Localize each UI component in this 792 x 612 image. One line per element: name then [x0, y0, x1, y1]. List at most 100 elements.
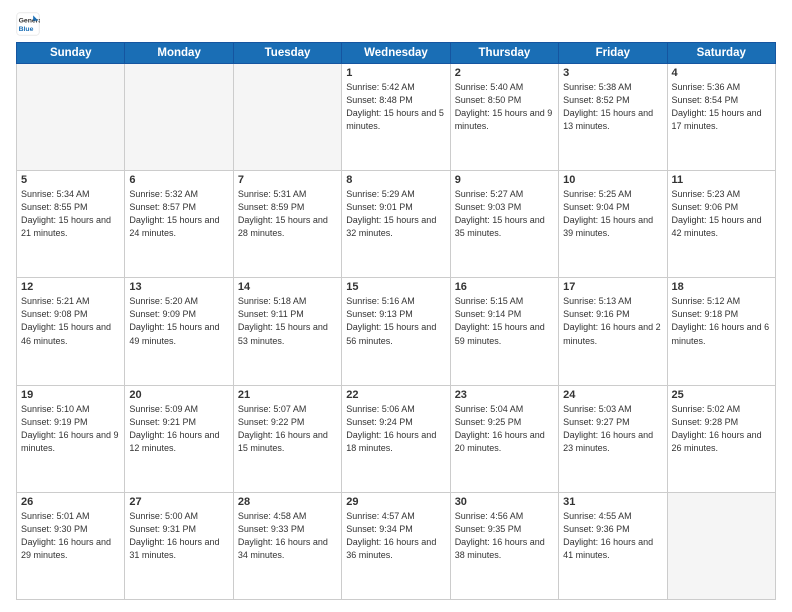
table-row: 18 Sunrise: 5:12 AM Sunset: 9:18 PM Dayl…: [667, 278, 775, 385]
sunset-label: Sunset: 9:30 PM: [21, 524, 88, 534]
calendar-week-row: 12 Sunrise: 5:21 AM Sunset: 9:08 PM Dayl…: [17, 278, 776, 385]
sunset-label: Sunset: 8:59 PM: [238, 202, 305, 212]
sunrise-label: Sunrise: 5:20 AM: [129, 296, 198, 306]
sunset-label: Sunset: 9:21 PM: [129, 417, 196, 427]
daylight-label: Daylight: 15 hours and 59 minutes.: [455, 322, 545, 345]
table-row: 20 Sunrise: 5:09 AM Sunset: 9:21 PM Dayl…: [125, 385, 233, 492]
sunset-label: Sunset: 9:35 PM: [455, 524, 522, 534]
table-row: 19 Sunrise: 5:10 AM Sunset: 9:19 PM Dayl…: [17, 385, 125, 492]
sunrise-label: Sunrise: 5:25 AM: [563, 189, 632, 199]
calendar-table: Sunday Monday Tuesday Wednesday Thursday…: [16, 42, 776, 600]
sunset-label: Sunset: 8:54 PM: [672, 95, 739, 105]
sunrise-label: Sunrise: 5:03 AM: [563, 404, 632, 414]
sunset-label: Sunset: 8:50 PM: [455, 95, 522, 105]
day-number: 17: [563, 281, 662, 293]
sunrise-label: Sunrise: 5:31 AM: [238, 189, 307, 199]
day-info: Sunrise: 5:40 AM Sunset: 8:50 PM Dayligh…: [455, 81, 554, 133]
day-number: 20: [129, 389, 228, 401]
daylight-label: Daylight: 16 hours and 36 minutes.: [346, 537, 436, 560]
header: General Blue: [16, 12, 776, 36]
sunset-label: Sunset: 9:11 PM: [238, 309, 304, 319]
table-row: 17 Sunrise: 5:13 AM Sunset: 9:16 PM Dayl…: [559, 278, 667, 385]
day-number: 11: [672, 174, 771, 186]
day-info: Sunrise: 5:27 AM Sunset: 9:03 PM Dayligh…: [455, 188, 554, 240]
calendar-week-row: 26 Sunrise: 5:01 AM Sunset: 9:30 PM Dayl…: [17, 492, 776, 599]
day-number: 25: [672, 389, 771, 401]
sunset-label: Sunset: 9:01 PM: [346, 202, 413, 212]
col-tuesday: Tuesday: [233, 43, 341, 64]
table-row: 1 Sunrise: 5:42 AM Sunset: 8:48 PM Dayli…: [342, 64, 450, 171]
table-row: 2 Sunrise: 5:40 AM Sunset: 8:50 PM Dayli…: [450, 64, 558, 171]
sunset-label: Sunset: 8:48 PM: [346, 95, 413, 105]
day-info: Sunrise: 5:13 AM Sunset: 9:16 PM Dayligh…: [563, 295, 662, 347]
day-number: 31: [563, 496, 662, 508]
table-row: 23 Sunrise: 5:04 AM Sunset: 9:25 PM Dayl…: [450, 385, 558, 492]
daylight-label: Daylight: 16 hours and 2 minutes.: [563, 322, 661, 345]
col-wednesday: Wednesday: [342, 43, 450, 64]
daylight-label: Daylight: 16 hours and 9 minutes.: [21, 430, 119, 453]
day-info: Sunrise: 5:21 AM Sunset: 9:08 PM Dayligh…: [21, 295, 120, 347]
col-monday: Monday: [125, 43, 233, 64]
sunset-label: Sunset: 9:13 PM: [346, 309, 413, 319]
table-row: 22 Sunrise: 5:06 AM Sunset: 9:24 PM Dayl…: [342, 385, 450, 492]
sunset-label: Sunset: 9:04 PM: [563, 202, 630, 212]
day-number: 9: [455, 174, 554, 186]
col-sunday: Sunday: [17, 43, 125, 64]
daylight-label: Daylight: 16 hours and 41 minutes.: [563, 537, 653, 560]
daylight-label: Daylight: 16 hours and 20 minutes.: [455, 430, 545, 453]
day-number: 15: [346, 281, 445, 293]
sunset-label: Sunset: 9:06 PM: [672, 202, 739, 212]
table-row: 3 Sunrise: 5:38 AM Sunset: 8:52 PM Dayli…: [559, 64, 667, 171]
table-row: 6 Sunrise: 5:32 AM Sunset: 8:57 PM Dayli…: [125, 171, 233, 278]
table-row: 4 Sunrise: 5:36 AM Sunset: 8:54 PM Dayli…: [667, 64, 775, 171]
day-number: 13: [129, 281, 228, 293]
daylight-label: Daylight: 15 hours and 21 minutes.: [21, 215, 111, 238]
sunrise-label: Sunrise: 5:09 AM: [129, 404, 198, 414]
table-row: 9 Sunrise: 5:27 AM Sunset: 9:03 PM Dayli…: [450, 171, 558, 278]
day-info: Sunrise: 5:12 AM Sunset: 9:18 PM Dayligh…: [672, 295, 771, 347]
table-row: 25 Sunrise: 5:02 AM Sunset: 9:28 PM Dayl…: [667, 385, 775, 492]
table-row: 26 Sunrise: 5:01 AM Sunset: 9:30 PM Dayl…: [17, 492, 125, 599]
day-info: Sunrise: 5:42 AM Sunset: 8:48 PM Dayligh…: [346, 81, 445, 133]
svg-text:Blue: Blue: [19, 26, 34, 33]
day-info: Sunrise: 4:56 AM Sunset: 9:35 PM Dayligh…: [455, 510, 554, 562]
day-number: 24: [563, 389, 662, 401]
daylight-label: Daylight: 16 hours and 26 minutes.: [672, 430, 762, 453]
day-info: Sunrise: 5:07 AM Sunset: 9:22 PM Dayligh…: [238, 403, 337, 455]
day-number: 4: [672, 67, 771, 79]
day-number: 1: [346, 67, 445, 79]
sunset-label: Sunset: 9:22 PM: [238, 417, 305, 427]
sunset-label: Sunset: 8:52 PM: [563, 95, 630, 105]
sunrise-label: Sunrise: 5:27 AM: [455, 189, 524, 199]
table-row: 13 Sunrise: 5:20 AM Sunset: 9:09 PM Dayl…: [125, 278, 233, 385]
table-row: [667, 492, 775, 599]
calendar-page: General Blue Sunday Monday Tuesday Wedne…: [0, 0, 792, 612]
sunset-label: Sunset: 9:09 PM: [129, 309, 196, 319]
daylight-label: Daylight: 15 hours and 56 minutes.: [346, 322, 436, 345]
daylight-label: Daylight: 15 hours and 5 minutes.: [346, 108, 444, 131]
table-row: 28 Sunrise: 4:58 AM Sunset: 9:33 PM Dayl…: [233, 492, 341, 599]
calendar-week-row: 1 Sunrise: 5:42 AM Sunset: 8:48 PM Dayli…: [17, 64, 776, 171]
day-info: Sunrise: 5:04 AM Sunset: 9:25 PM Dayligh…: [455, 403, 554, 455]
day-number: 10: [563, 174, 662, 186]
day-number: 14: [238, 281, 337, 293]
day-number: 12: [21, 281, 120, 293]
day-number: 5: [21, 174, 120, 186]
day-info: Sunrise: 4:57 AM Sunset: 9:34 PM Dayligh…: [346, 510, 445, 562]
sunrise-label: Sunrise: 4:56 AM: [455, 511, 524, 521]
sunrise-label: Sunrise: 5:01 AM: [21, 511, 90, 521]
sunrise-label: Sunrise: 5:04 AM: [455, 404, 524, 414]
table-row: 27 Sunrise: 5:00 AM Sunset: 9:31 PM Dayl…: [125, 492, 233, 599]
daylight-label: Daylight: 16 hours and 23 minutes.: [563, 430, 653, 453]
daylight-label: Daylight: 15 hours and 46 minutes.: [21, 322, 111, 345]
sunrise-label: Sunrise: 5:06 AM: [346, 404, 415, 414]
sunset-label: Sunset: 9:28 PM: [672, 417, 739, 427]
day-number: 16: [455, 281, 554, 293]
sunrise-label: Sunrise: 5:36 AM: [672, 82, 741, 92]
sunrise-label: Sunrise: 5:00 AM: [129, 511, 198, 521]
day-number: 30: [455, 496, 554, 508]
sunset-label: Sunset: 9:18 PM: [672, 309, 739, 319]
sunrise-label: Sunrise: 5:15 AM: [455, 296, 524, 306]
day-number: 21: [238, 389, 337, 401]
sunset-label: Sunset: 9:27 PM: [563, 417, 630, 427]
